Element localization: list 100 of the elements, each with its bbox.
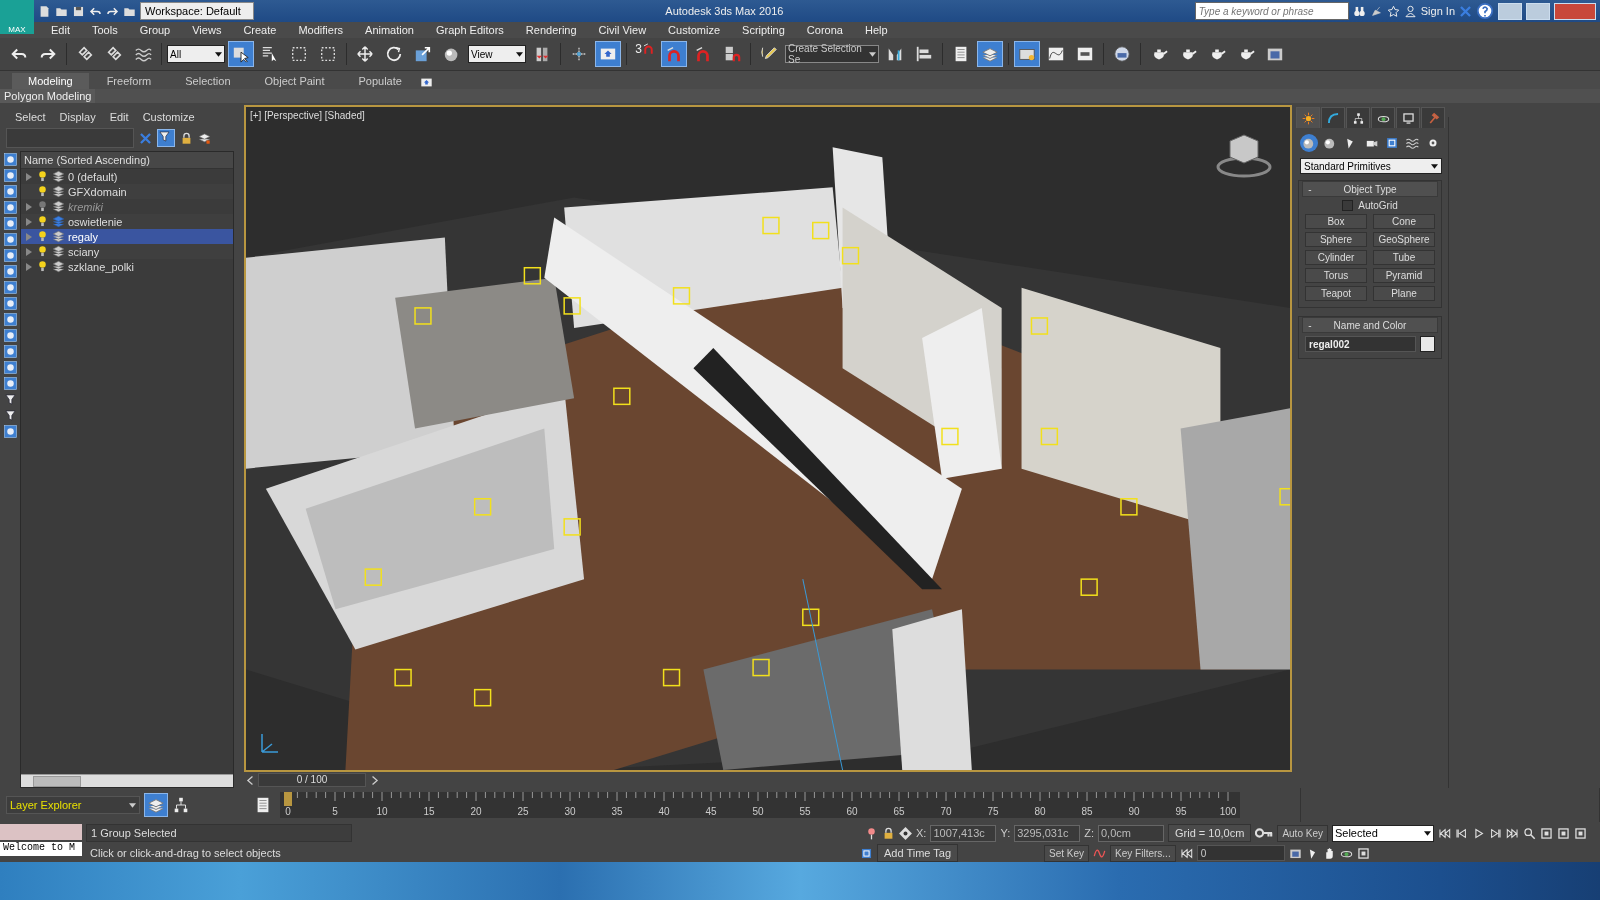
satellite-dish-icon[interactable] — [1369, 4, 1383, 18]
add-time-tag-button[interactable]: Add Time Tag — [877, 844, 959, 862]
filter-tile-icon[interactable] — [3, 169, 17, 182]
y-coordinate-field[interactable]: 3295,031c — [1014, 824, 1081, 842]
ribbon-options-icon[interactable] — [419, 76, 433, 89]
layer-stack-icon[interactable] — [52, 200, 65, 213]
primitive-button[interactable]: Pyramid — [1373, 268, 1435, 283]
pin-icon[interactable] — [865, 826, 878, 840]
expand-arrow-icon[interactable] — [25, 202, 33, 211]
x-coordinate-field[interactable]: 1007,413c — [930, 824, 997, 842]
modify-tab[interactable] — [1321, 107, 1345, 128]
zoom-extents-all-icon[interactable] — [1573, 826, 1587, 840]
previous-key-icon[interactable] — [1454, 826, 1468, 840]
viewport[interactable]: [+] [Perspective] [Shaded] — [244, 105, 1292, 772]
time-tag-icon[interactable] — [860, 846, 873, 860]
filter-tile-icon[interactable] — [3, 313, 17, 326]
menu-item[interactable]: Modifiers — [287, 22, 355, 38]
lightbulb-icon[interactable] — [36, 170, 49, 183]
lightbulb-icon[interactable] — [36, 260, 49, 273]
workspace-dropdown[interactable]: Workspace: Default — [140, 2, 254, 20]
menu-item[interactable]: Edit — [102, 109, 136, 125]
menu-item[interactable]: Rendering — [514, 22, 588, 38]
current-frame-field[interactable]: 0 — [1196, 845, 1285, 861]
clear-icon[interactable] — [139, 131, 152, 145]
filter-tile-icon[interactable] — [3, 233, 17, 246]
explorer-dropdown[interactable]: Layer Explorer — [6, 796, 140, 814]
layer-stack-icon[interactable] — [52, 230, 65, 243]
color-swatch[interactable] — [1420, 336, 1435, 352]
filter-tile-icon[interactable] — [3, 249, 17, 262]
filter-tile-icon[interactable] — [3, 281, 17, 294]
filter-tile-icon[interactable] — [3, 361, 17, 374]
arc-icon[interactable] — [1326, 111, 1340, 125]
close-button[interactable] — [1554, 2, 1596, 20]
layer-icon[interactable] — [198, 131, 211, 145]
time-slider-thumb[interactable]: 0 / 100 — [258, 773, 366, 787]
utilities-tab[interactable] — [1421, 107, 1445, 128]
lightbulb-icon[interactable] — [36, 200, 49, 213]
column-header[interactable]: Name (Sorted Ascending) — [21, 152, 233, 169]
primitive-button[interactable]: Tube — [1373, 250, 1435, 265]
ribbon-tab[interactable]: Freeform — [90, 73, 168, 89]
key-mode-icon[interactable] — [1179, 846, 1193, 860]
filter-tile-icon[interactable] — [3, 201, 17, 214]
menu-item[interactable]: Create — [232, 22, 288, 38]
ribbon-tab[interactable]: Object Paint — [248, 73, 341, 89]
zoom-extents-icon[interactable] — [1556, 826, 1570, 840]
dropdown[interactable]: All — [167, 45, 225, 63]
listener-field[interactable]: Welcome to M — [0, 842, 82, 856]
layer-row[interactable]: szklane_polki — [21, 259, 233, 274]
caret-icon[interactable] — [129, 802, 136, 808]
binoculars-icon[interactable] — [1352, 4, 1366, 18]
maximize-viewport-icon[interactable] — [1356, 846, 1370, 860]
user-icon[interactable] — [1403, 4, 1417, 18]
sun-icon[interactable] — [1301, 111, 1315, 125]
rollout-header[interactable]: - Name and Color — [1302, 317, 1438, 333]
menu-item[interactable]: Help — [853, 22, 899, 38]
macro-recorder-field[interactable] — [0, 824, 82, 840]
minimize-button[interactable] — [1498, 2, 1522, 20]
layer-stack-icon[interactable] — [52, 185, 65, 198]
menu-item[interactable]: Customize — [657, 22, 732, 38]
filter-tile-icon[interactable] — [3, 265, 17, 278]
lock-icon[interactable] — [180, 131, 193, 145]
ribbon-tab[interactable]: Populate — [342, 73, 418, 89]
expand-arrow-icon[interactable] — [25, 262, 33, 271]
menu-item[interactable]: Scripting — [731, 22, 796, 38]
expand-arrow-icon[interactable] — [25, 247, 33, 256]
menu-item[interactable]: Select — [8, 109, 53, 125]
menu-item[interactable]: Civil View — [587, 22, 658, 38]
monitor-icon[interactable] — [1401, 111, 1415, 125]
search-field[interactable]: Type a keyword or phrase — [1194, 2, 1349, 20]
primitive-button[interactable]: GeoSphere — [1373, 232, 1435, 247]
absolute-mode-icon[interactable] — [899, 826, 912, 840]
set-key-button[interactable]: Set Key — [1044, 844, 1090, 862]
filter-tile-icon[interactable] — [3, 329, 17, 342]
key-filters-button[interactable]: Key Filters... — [1110, 844, 1176, 862]
display-tab[interactable] — [1396, 107, 1420, 128]
expand-arrow-icon[interactable] — [25, 172, 33, 181]
expand-arrow-icon[interactable] — [25, 217, 33, 226]
save-icon[interactable] — [72, 4, 85, 18]
primitive-button[interactable]: Cone — [1373, 214, 1435, 229]
caret-icon[interactable] — [1423, 830, 1431, 836]
layer-stack-icon[interactable] — [52, 245, 65, 258]
create-tab[interactable] — [1296, 107, 1320, 128]
current-frame-marker[interactable] — [284, 792, 292, 806]
filter-tile-icon[interactable] — [3, 345, 17, 358]
ribbon-tab[interactable]: Selection — [169, 73, 247, 89]
object-name-field[interactable]: regal002 — [1305, 336, 1416, 352]
hierarchy-icon[interactable] — [172, 796, 190, 814]
sign-in-link[interactable]: Sign In — [1420, 5, 1455, 17]
layer-row[interactable]: regaly — [21, 229, 233, 244]
filter-tile-icon[interactable] — [3, 393, 17, 406]
primitives-dropdown[interactable]: Standard Primitives — [1300, 158, 1442, 174]
hierarchy-icon[interactable] — [1351, 111, 1365, 125]
caret-icon[interactable] — [1431, 163, 1438, 169]
hierarchy-tab[interactable] — [1346, 107, 1370, 128]
z-coordinate-field[interactable]: 0,0cm — [1098, 824, 1164, 842]
rollout-header[interactable]: - Object Type — [1302, 181, 1438, 197]
primitive-button[interactable]: Teapot — [1305, 286, 1367, 301]
menu-item[interactable]: Tools — [80, 22, 129, 38]
zoom-all-icon[interactable] — [1539, 826, 1553, 840]
layer-row[interactable]: sciany — [21, 244, 233, 259]
